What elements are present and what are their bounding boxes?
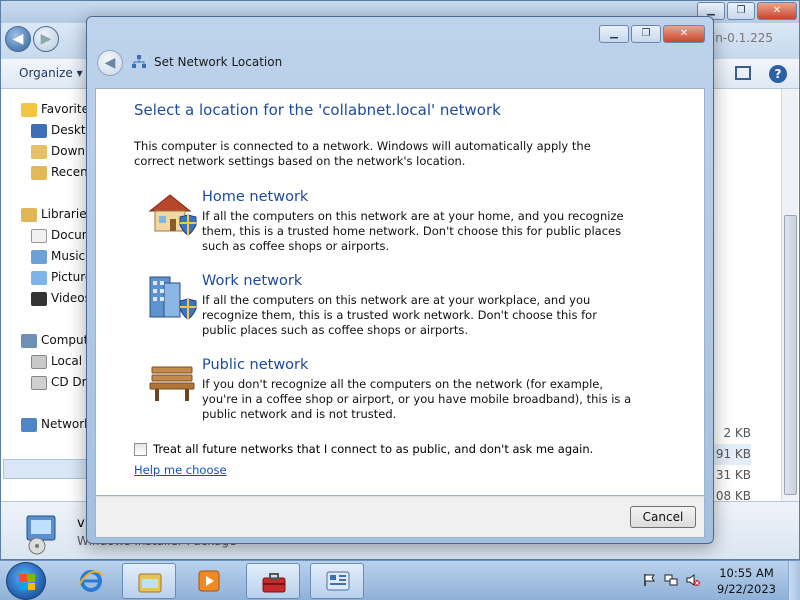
work-network-description: If all the computers on this network are… <box>202 293 597 337</box>
home-network-description: If all the computers on this network are… <box>202 209 624 253</box>
nav-selection-highlight <box>3 459 89 479</box>
treat-as-public-checkbox-row[interactable]: Treat all future networks that I connect… <box>134 442 593 456</box>
recent-places-icon <box>31 165 47 180</box>
pictures-icon <box>31 270 47 285</box>
taskbar: 10:55 AM 9/22/2023 <box>0 560 800 600</box>
taskbar-network-center[interactable] <box>310 563 364 599</box>
work-network-icon <box>149 276 197 320</box>
nav-item-libraries[interactable]: Libraries <box>21 204 93 224</box>
computer-icon <box>21 333 37 348</box>
system-tray: 10:55 AM 9/22/2023 <box>630 561 800 600</box>
hard-drive-icon <box>31 354 47 369</box>
network-icon <box>21 417 37 432</box>
network-icon <box>132 55 146 68</box>
dialog-maximize-button[interactable]: ❐ <box>631 25 661 43</box>
preview-pane-icon[interactable] <box>735 66 751 80</box>
maximize-button[interactable]: ❐ <box>727 2 755 20</box>
work-network-link[interactable]: Work network <box>202 273 302 289</box>
documents-icon <box>31 228 47 243</box>
public-network-option[interactable]: Public network If you don't recognize al… <box>146 357 646 429</box>
set-network-location-dialog: ▁ ❐ ✕ ◀ Set Network Location Select a lo… <box>86 16 714 544</box>
media-player-icon <box>198 570 220 592</box>
address-path[interactable]: vin-0.1.225 <box>705 31 773 45</box>
dialog-close-button[interactable]: ✕ <box>663 25 705 43</box>
desktop-icon <box>31 123 47 138</box>
show-desktop-button[interactable] <box>788 561 800 600</box>
network-status-icon[interactable] <box>664 573 678 587</box>
nav-item-pictures[interactable]: Picture <box>31 267 92 287</box>
dialog-minimize-button[interactable]: ▁ <box>599 25 629 43</box>
help-icon[interactable]: ? <box>769 65 787 83</box>
dialog-window-controls: ▁ ❐ ✕ <box>599 25 705 43</box>
clock-date: 9/22/2023 <box>717 582 776 596</box>
forward-arrow-icon[interactable]: ▶ <box>33 26 59 52</box>
taskbar-installer[interactable] <box>246 563 300 599</box>
public-network-link[interactable]: Public network <box>202 357 308 373</box>
help-me-choose-link[interactable]: Help me choose <box>134 463 227 477</box>
music-note-icon <box>31 249 47 264</box>
start-button[interactable] <box>6 562 46 600</box>
taskbar-internet-explorer[interactable] <box>64 563 118 599</box>
clock-time: 10:55 AM <box>719 566 774 580</box>
dialog-title: Set Network Location <box>154 55 283 69</box>
dialog-footer: Cancel <box>95 496 705 538</box>
volume-muted-icon[interactable] <box>686 573 700 587</box>
dialog-intro-text: This computer is connected to a network.… <box>134 139 591 168</box>
downloads-folder-icon <box>31 144 47 159</box>
home-network-option[interactable]: Home network If all the computers on thi… <box>146 189 646 261</box>
dialog-heading: Select a location for the 'collabnet.loc… <box>134 101 501 119</box>
home-network-link[interactable]: Home network <box>202 189 308 205</box>
cancel-button[interactable]: Cancel <box>630 506 696 528</box>
scrollbar-thumb[interactable] <box>784 215 797 495</box>
navigation-pane: Favorites Deskto Downl Recent Libraries … <box>1 89 97 499</box>
taskbar-windows-explorer[interactable] <box>122 563 176 599</box>
dialog-body: Select a location for the 'collabnet.loc… <box>95 88 705 496</box>
film-strip-icon <box>31 291 47 306</box>
windows-logo-icon <box>19 574 35 590</box>
internet-explorer-icon <box>78 570 104 592</box>
system-clock[interactable]: 10:55 AM 9/22/2023 <box>717 565 776 597</box>
back-arrow-icon[interactable]: ◀ <box>97 50 123 76</box>
libraries-icon <box>21 207 37 222</box>
folder-icon <box>138 573 162 593</box>
organize-menu[interactable]: Organize ▾ <box>19 66 83 80</box>
nav-item-computer[interactable]: Comput <box>21 330 88 350</box>
cd-drive-icon <box>31 375 47 390</box>
nav-item-downloads[interactable]: Downl <box>31 141 88 161</box>
installer-package-icon <box>26 515 56 555</box>
nav-item-music[interactable]: Music <box>31 246 85 266</box>
home-network-icon <box>148 194 197 236</box>
nav-item-network[interactable]: Network <box>21 414 91 434</box>
checkbox-label: Treat all future networks that I connect… <box>153 442 594 456</box>
star-icon <box>21 102 37 117</box>
public-network-icon <box>149 366 195 401</box>
taskbar-media-player[interactable] <box>182 563 236 599</box>
close-button[interactable]: ✕ <box>757 2 797 20</box>
public-network-description: If you don't recognize all the computers… <box>202 377 632 421</box>
network-settings-icon <box>326 571 350 591</box>
toolbox-icon <box>262 573 286 593</box>
work-network-option[interactable]: Work network If all the computers on thi… <box>146 273 646 345</box>
nav-item-desktop[interactable]: Deskto <box>31 120 93 140</box>
nav-item-videos[interactable]: Videos <box>31 288 91 308</box>
nav-item-documents[interactable]: Docun <box>31 225 89 245</box>
action-center-flag-icon[interactable] <box>642 573 656 587</box>
vertical-scrollbar[interactable] <box>781 89 798 501</box>
nav-item-favorites[interactable]: Favorites <box>21 99 95 119</box>
nav-item-recent[interactable]: Recent <box>31 162 92 182</box>
treat-as-public-checkbox[interactable] <box>134 443 147 456</box>
back-arrow-icon[interactable]: ◀ <box>5 26 31 52</box>
